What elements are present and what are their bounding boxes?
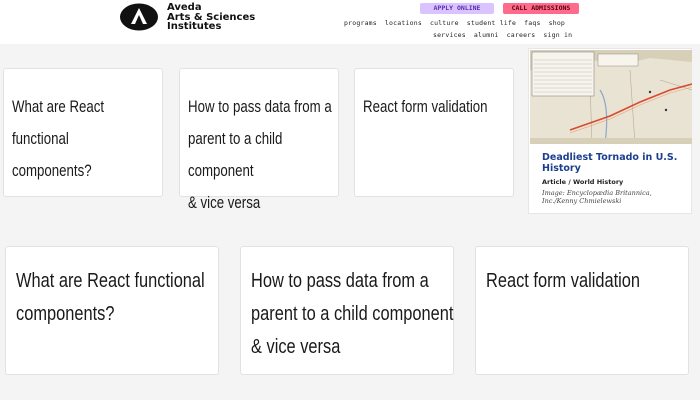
call-admissions-button[interactable]: CALL ADMISSIONS (503, 3, 579, 14)
nav-item-programs[interactable]: programs (344, 19, 377, 27)
page: Aveda Arts & Sciences Institutes APPLY O… (0, 0, 700, 400)
card-title: React form validation (363, 91, 511, 123)
question-card[interactable]: React form validation (354, 68, 514, 197)
card-title-line: & vice versa (251, 336, 341, 358)
card-title: React form validation (486, 265, 691, 298)
card-title-line: components? (12, 161, 92, 180)
nav-item-student-life[interactable]: student life (467, 19, 516, 27)
card-title-line: parent to a child component (188, 129, 283, 180)
secondary-nav: services alumni careers sign in (433, 31, 580, 39)
card-title-line: React form validation (486, 270, 641, 292)
apply-online-button[interactable]: APPLY ONLINE (420, 3, 494, 14)
nav-item-alumni[interactable]: alumni (474, 31, 499, 39)
card-title: How to pass data from a parent to a chil… (251, 265, 456, 364)
nav-item-culture[interactable]: culture (430, 19, 459, 27)
question-card[interactable]: How to pass data from a parent to a chil… (179, 68, 339, 212)
card-title-line: How to pass data from a (188, 97, 332, 116)
question-card[interactable]: What are React functional components? (3, 68, 163, 197)
card-title-line: What are React functional (16, 270, 205, 292)
card-title-line: What are React functional (12, 97, 105, 148)
nav-item-locations[interactable]: locations (385, 19, 422, 27)
card-title-line: React form validation (363, 97, 488, 116)
nav-item-sign-in[interactable]: sign in (543, 31, 572, 39)
question-card[interactable]: React form validation (475, 246, 689, 375)
site-header: Aveda Arts & Sciences Institutes APPLY O… (0, 0, 700, 44)
nav-item-shop[interactable]: shop (549, 19, 565, 27)
card-title: What are React functional components? (12, 91, 160, 187)
card-title: How to pass data from a parent to a chil… (188, 91, 336, 219)
card-title-line: & vice versa (188, 193, 261, 212)
article-title[interactable]: Deadliest Tornado in U.S. History (542, 152, 682, 174)
question-card[interactable]: What are React functional components? (5, 246, 219, 375)
card-title-line: components? (16, 303, 115, 325)
question-card[interactable]: How to pass data from a parent to a chil… (240, 246, 454, 375)
card-title: What are React functional components? (16, 265, 221, 331)
card-title-line: How to pass data from a (251, 270, 429, 292)
image-credit: Image: Encyclopædia Britannica, Inc./Ken… (542, 189, 652, 205)
article-category: Article / World History (542, 178, 624, 186)
article-card[interactable]: Deadliest Tornado in U.S. History Articl… (528, 48, 692, 214)
nav-item-careers[interactable]: careers (507, 31, 536, 39)
card-title-line: parent to a child component (251, 303, 454, 325)
brand-name[interactable]: Aveda Arts & Sciences Institutes (167, 3, 255, 32)
aveda-logo-icon[interactable] (119, 3, 159, 31)
brand-line-3: Institutes (167, 21, 222, 32)
nav-item-faqs[interactable]: faqs (524, 19, 540, 27)
primary-nav: programs locations culture student life faqs… (344, 19, 573, 27)
nav-item-services[interactable]: services (433, 31, 466, 39)
tornado-track-map-image (530, 50, 692, 144)
